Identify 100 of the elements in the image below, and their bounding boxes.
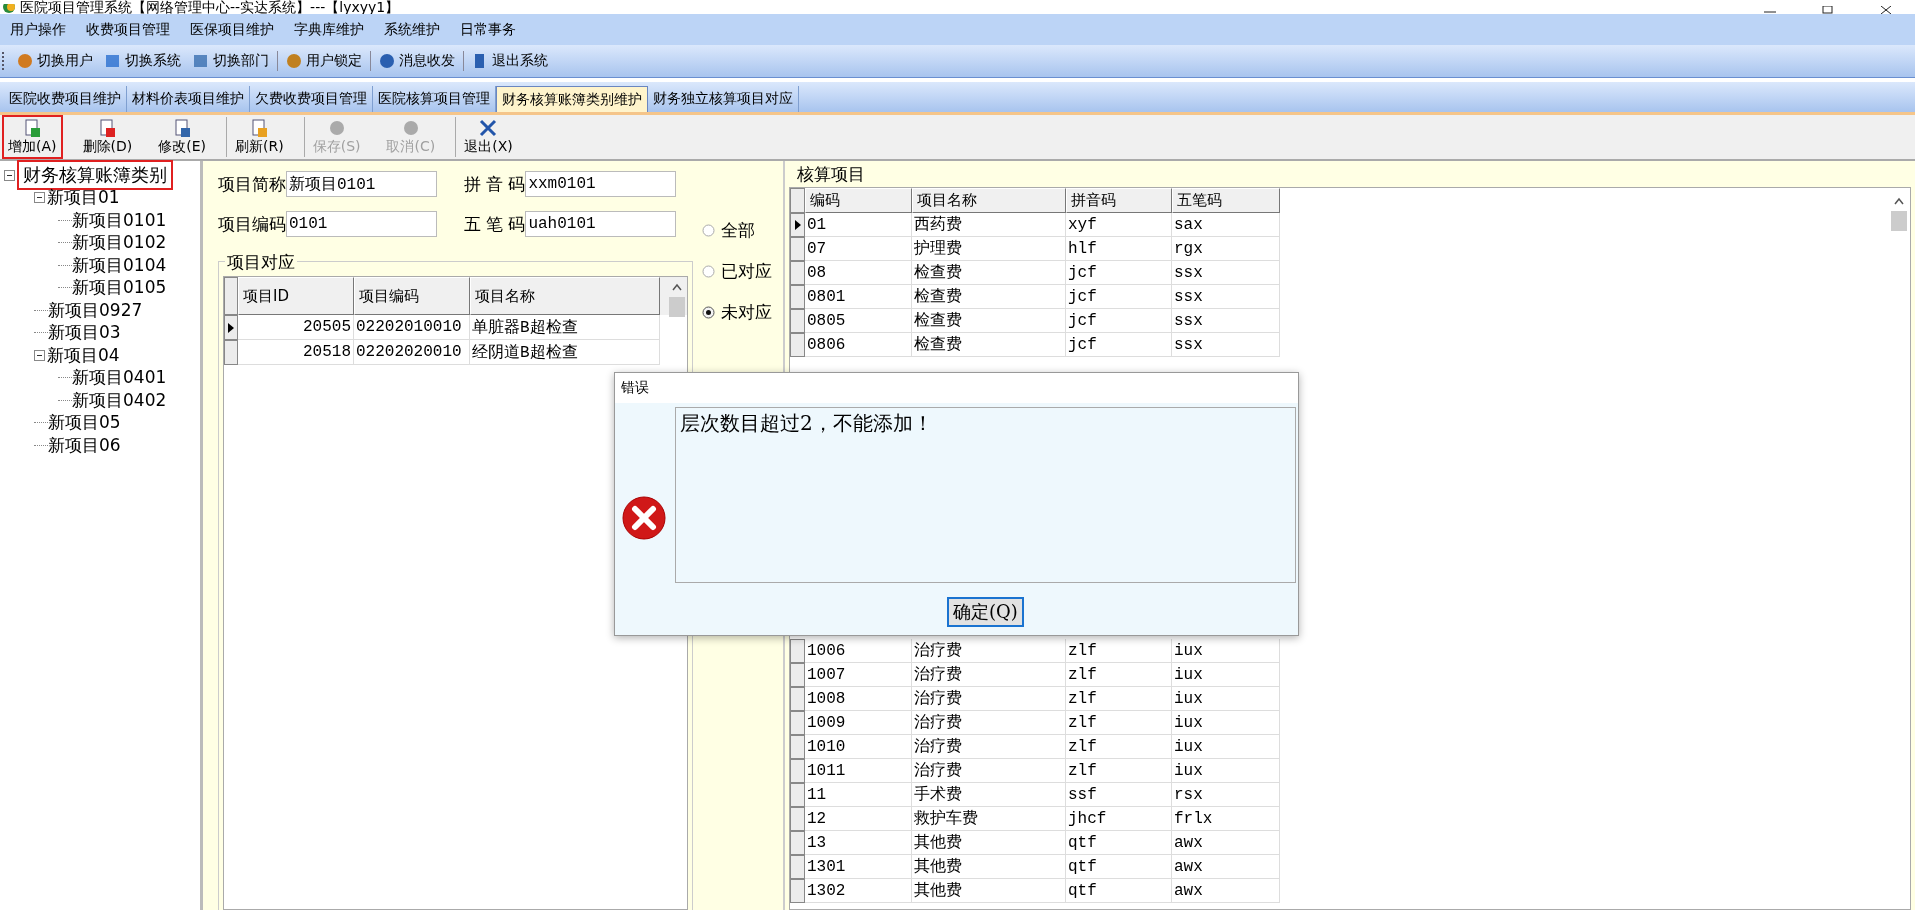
tree-item[interactable]: 新项目0104 <box>72 253 167 277</box>
table-cell: 西药费 <box>912 213 1066 237</box>
toolbar-button[interactable]: 退出(X) <box>458 115 519 159</box>
toolbar-button[interactable]: 修改(E) <box>152 115 212 159</box>
column-header[interactable]: 五笔码 <box>1172 188 1280 213</box>
tab[interactable]: 材料价表项目维护 <box>127 86 250 112</box>
table-cell: 手术费 <box>912 783 1066 807</box>
tab[interactable]: 财务独立核算项目对应 <box>648 86 799 112</box>
column-header[interactable]: 拼音码 <box>1066 188 1172 213</box>
menu-item[interactable]: 收费项目管理 <box>78 18 178 41</box>
table-cell: ssf <box>1066 783 1172 807</box>
table-cell: qtf <box>1066 879 1172 903</box>
table-cell: 20505 <box>238 315 354 340</box>
tree-item[interactable]: 新项目0401 <box>72 366 167 390</box>
tab[interactable]: 财务核算账簿类别维护 <box>496 86 648 112</box>
table-cell: 检查费 <box>912 261 1066 285</box>
input-field[interactable]: 新项目0101 <box>286 171 437 197</box>
menu-item[interactable]: 医保项目维护 <box>182 18 282 41</box>
toolbar-button[interactable]: 退出系统 <box>468 50 552 72</box>
table-cell: 治疗费 <box>912 639 1066 663</box>
tree-item[interactable]: 新项目05 <box>48 411 121 435</box>
tab[interactable]: 医院收费项目维护 <box>4 86 127 112</box>
table-cell: jcf <box>1066 309 1172 333</box>
radio-label[interactable]: 全部 <box>721 219 755 242</box>
tree-item[interactable]: 新项目0102 <box>72 231 167 255</box>
column-header[interactable]: 项目编码 <box>354 277 470 315</box>
table-cell: 单脏器B超检查 <box>470 315 660 340</box>
table-cell: qtf <box>1066 855 1172 879</box>
table-cell: jhcf <box>1066 807 1172 831</box>
table-cell: qtf <box>1066 831 1172 855</box>
column-header[interactable]: 项目名称 <box>470 277 660 315</box>
field-label: 五 笔 码 <box>463 212 526 236</box>
tab[interactable]: 欠费收费项目管理 <box>250 86 373 112</box>
table-cell: 1008 <box>805 687 912 711</box>
window-title: 医院项目管理系统【网络管理中心--实达系统】---【lyxyy1】 <box>20 0 400 14</box>
table-cell: 检查费 <box>912 285 1066 309</box>
ok-button[interactable]: 确定(Q) <box>947 597 1024 627</box>
column-header[interactable]: 项目名称 <box>912 188 1066 213</box>
table-cell: 检查费 <box>912 309 1066 333</box>
table-cell: hlf <box>1066 237 1172 261</box>
toolbar-button[interactable]: 删除(D) <box>76 115 139 159</box>
table-cell: 1009 <box>805 711 912 735</box>
table-cell: 1010 <box>805 735 912 759</box>
table-cell: 1301 <box>805 855 912 879</box>
tree-item[interactable]: 新项目0105 <box>72 276 167 300</box>
toolbar-button[interactable]: 切换系统 <box>101 50 185 72</box>
table-cell: zlf <box>1066 711 1172 735</box>
toolbar-button[interactable]: 刷新(R) <box>229 115 290 159</box>
radio-label[interactable]: 已对应 <box>721 260 772 283</box>
table-cell: ssx <box>1172 285 1280 309</box>
tree-item[interactable]: 新项目06 <box>48 433 121 457</box>
table-cell: iux <box>1172 663 1280 687</box>
table-cell: 1011 <box>805 759 912 783</box>
table-cell: 其他费 <box>912 855 1066 879</box>
radio-label[interactable]: 未对应 <box>721 301 772 324</box>
table-cell: jcf <box>1066 333 1172 357</box>
group-title: 项目对应 <box>225 251 297 274</box>
input-field[interactable]: xxm0101 <box>525 171 677 197</box>
table-cell: zlf <box>1066 639 1172 663</box>
tree-item[interactable]: 新项目03 <box>48 321 121 345</box>
table-cell: 08 <box>805 261 912 285</box>
tree-item[interactable]: 新项目0927 <box>48 298 143 322</box>
menu-item[interactable]: 字典库维护 <box>286 18 372 41</box>
toolbar-button[interactable]: 切换用户 <box>13 50 97 72</box>
menu-item[interactable]: 系统维护 <box>376 18 448 41</box>
table-cell: 1302 <box>805 879 912 903</box>
table-cell: 1007 <box>805 663 912 687</box>
menu-item[interactable]: 用户操作 <box>2 18 74 41</box>
tree-item[interactable]: 新项目0402 <box>72 388 167 412</box>
table-cell: 检查费 <box>912 333 1066 357</box>
table-cell: rsx <box>1172 783 1280 807</box>
table-cell: 1006 <box>805 639 912 663</box>
table-cell: 治疗费 <box>912 687 1066 711</box>
tree-item[interactable]: 新项目0101 <box>72 208 167 232</box>
table-cell: 20518 <box>238 340 354 365</box>
column-header[interactable]: 编码 <box>805 188 912 213</box>
toolbar-button[interactable]: 增加(A) <box>2 115 63 159</box>
toolbar-button[interactable]: 切换部门 <box>189 50 273 72</box>
toolbar-button[interactable]: 消息收发 <box>375 50 459 72</box>
table-cell: iux <box>1172 639 1280 663</box>
menu-item[interactable]: 日常事务 <box>452 18 524 41</box>
tree-item[interactable]: 新项目04 <box>47 343 120 367</box>
table-cell: 11 <box>805 783 912 807</box>
input-field[interactable]: 0101 <box>286 211 437 237</box>
table-cell: 护理费 <box>912 237 1066 261</box>
table-cell: 治疗费 <box>912 711 1066 735</box>
table-cell: awx <box>1172 855 1280 879</box>
table-cell: zlf <box>1066 687 1172 711</box>
table-cell: 0806 <box>805 333 912 357</box>
table-cell: 救护车费 <box>912 807 1066 831</box>
table-cell: iux <box>1172 735 1280 759</box>
column-header[interactable]: 项目ID <box>238 277 354 315</box>
table-cell: sax <box>1172 213 1280 237</box>
table-cell: iux <box>1172 711 1280 735</box>
toolbar-button[interactable]: 用户锁定 <box>282 50 366 72</box>
table-cell: zlf <box>1066 735 1172 759</box>
table-cell: 治疗费 <box>912 663 1066 687</box>
table-cell: zlf <box>1066 663 1172 687</box>
input-field[interactable]: uah0101 <box>525 211 677 237</box>
table-cell: 治疗费 <box>912 759 1066 783</box>
